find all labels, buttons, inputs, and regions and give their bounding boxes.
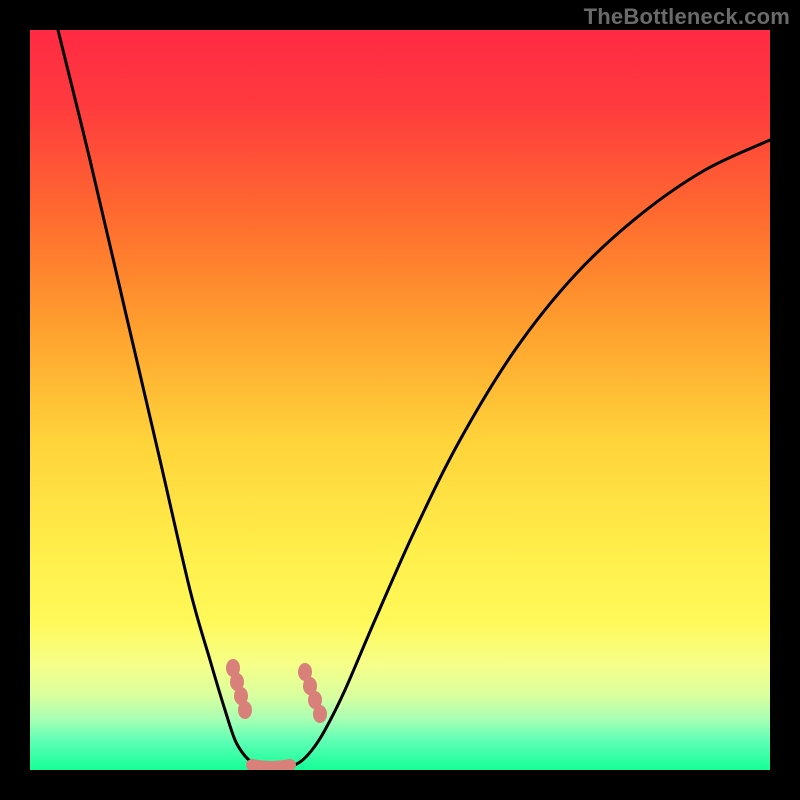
watermark-text: TheBottleneck.com <box>584 4 790 30</box>
bead-group-left <box>226 659 252 719</box>
bead-group-right <box>298 663 327 723</box>
bottleneck-curve <box>58 30 770 769</box>
bead-bottom-segment <box>252 765 290 767</box>
plot-area <box>30 30 770 770</box>
bead <box>313 705 327 723</box>
curve-layer <box>30 30 770 770</box>
bead <box>238 701 252 719</box>
frame: TheBottleneck.com <box>0 0 800 800</box>
